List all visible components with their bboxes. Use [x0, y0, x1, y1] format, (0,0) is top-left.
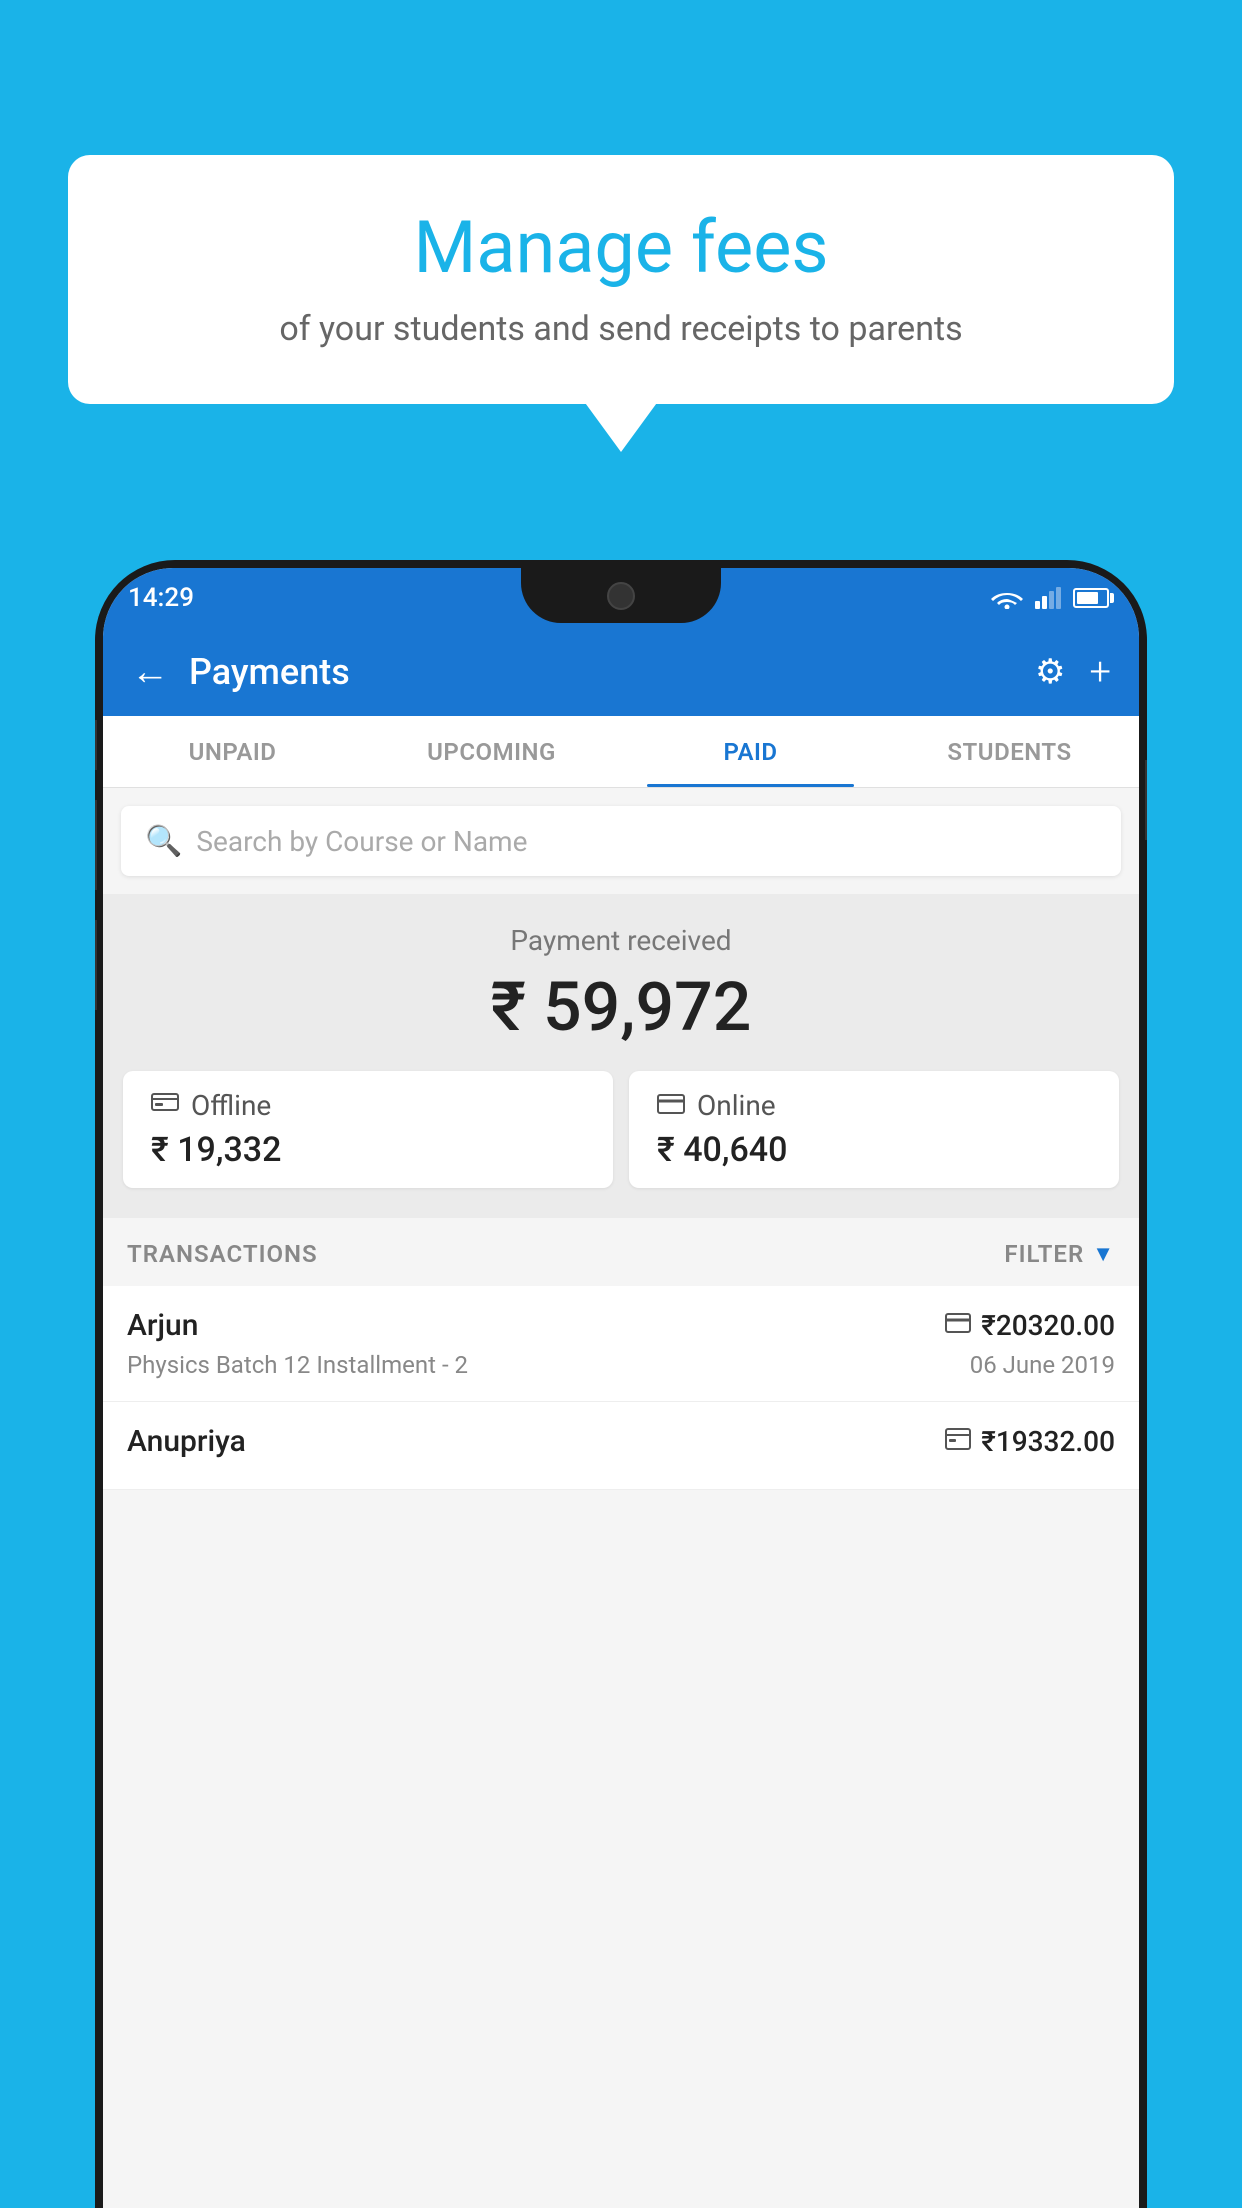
signal-icon [1035, 587, 1061, 609]
offline-payment-card: Offline ₹ 19,332 [123, 1071, 613, 1188]
volume-up-button [95, 800, 97, 890]
online-amount: ₹ 40,640 [657, 1130, 787, 1170]
filter-icon: ▼ [1092, 1241, 1115, 1267]
header-title: Payments [189, 651, 1015, 693]
tab-bar: UNPAID UPCOMING PAID STUDENTS [103, 716, 1139, 788]
filter-button[interactable]: FILTER ▼ [1004, 1240, 1115, 1268]
online-payment-card: Online ₹ 40,640 [629, 1071, 1119, 1188]
search-placeholder: Search by Course or Name [196, 825, 527, 858]
header-actions: ⚙ + [1035, 650, 1111, 694]
search-bar[interactable]: 🔍 Search by Course or Name [121, 806, 1121, 876]
tab-students[interactable]: STUDENTS [880, 716, 1139, 787]
status-time: 14:29 [128, 583, 194, 613]
transaction-name-1: Arjun [127, 1308, 198, 1343]
wifi-icon [991, 587, 1023, 609]
offline-amount: ₹ 19,332 [151, 1130, 281, 1170]
add-button[interactable]: + [1090, 650, 1111, 694]
cash-payment-icon [945, 1428, 971, 1456]
tab-upcoming[interactable]: UPCOMING [362, 716, 621, 787]
tab-unpaid[interactable]: UNPAID [103, 716, 362, 787]
online-label: Online [697, 1089, 776, 1122]
mute-button [95, 720, 97, 770]
transactions-header: TRANSACTIONS FILTER ▼ [103, 1218, 1139, 1286]
transaction-name-2: Anupriya [127, 1424, 246, 1459]
screen-content: 🔍 Search by Course or Name Payment recei… [103, 788, 1139, 2208]
bubble-title: Manage fees [128, 205, 1114, 291]
transaction-amount-row-2: ₹19332.00 [945, 1425, 1115, 1458]
search-icon: 🔍 [145, 824, 182, 859]
transactions-label: TRANSACTIONS [127, 1240, 318, 1268]
volume-down-button [95, 920, 97, 1010]
transaction-amount-1: ₹20320.00 [981, 1309, 1115, 1342]
transaction-date-1: 06 June 2019 [970, 1351, 1115, 1379]
phone-frame: 14:29 [95, 560, 1147, 2208]
payment-received-section: Payment received ₹ 59,972 [103, 894, 1139, 1218]
back-button[interactable]: ← [131, 650, 169, 694]
transaction-row-anupriya[interactable]: Anupriya ₹19332.00 [103, 1402, 1139, 1490]
payment-cards: Offline ₹ 19,332 [123, 1071, 1119, 1188]
card-payment-icon [945, 1313, 971, 1339]
battery-icon [1073, 588, 1109, 608]
transaction-desc-1: Physics Batch 12 Installment - 2 [127, 1351, 468, 1379]
power-button [1145, 760, 1147, 840]
settings-button[interactable]: ⚙ [1035, 652, 1065, 692]
status-icons [991, 587, 1109, 609]
phone-screen: 14:29 [103, 568, 1139, 2208]
transaction-amount-2: ₹19332.00 [981, 1425, 1115, 1458]
transaction-top-2: Anupriya ₹19332.00 [127, 1424, 1115, 1459]
speech-bubble: Manage fees of your students and send re… [68, 155, 1174, 404]
notch [521, 568, 721, 623]
payment-received-label: Payment received [123, 924, 1119, 957]
tab-paid[interactable]: PAID [621, 716, 880, 787]
bubble-subtitle: of your students and send receipts to pa… [128, 309, 1114, 349]
offline-icon [151, 1090, 179, 1121]
online-icon [657, 1091, 685, 1121]
filter-label: FILTER [1004, 1240, 1084, 1268]
camera [607, 582, 635, 610]
transaction-top-1: Arjun ₹20320.00 [127, 1308, 1115, 1343]
transaction-amount-row-1: ₹20320.00 [945, 1309, 1115, 1342]
transaction-row-arjun[interactable]: Arjun ₹20320.00 Physics Batch 12 Install… [103, 1286, 1139, 1402]
transaction-bottom-1: Physics Batch 12 Installment - 2 06 June… [127, 1351, 1115, 1379]
app-header: ← Payments ⚙ + [103, 628, 1139, 716]
payment-total-amount: ₹ 59,972 [123, 967, 1119, 1047]
offline-label: Offline [191, 1089, 271, 1122]
